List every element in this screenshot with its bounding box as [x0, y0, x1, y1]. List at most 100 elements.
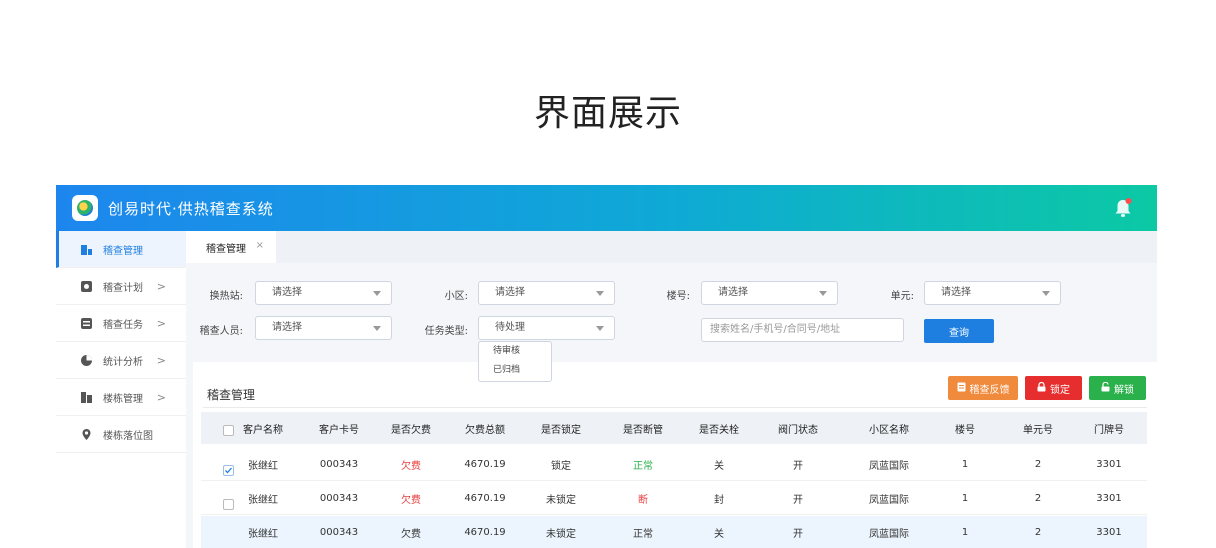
community-name: 凤蓝国际 [869, 494, 909, 506]
lock-label: 锁定 [1050, 384, 1070, 396]
search-input[interactable]: 搜索姓名/手机号/合同号/地址 [701, 318, 904, 342]
pipe-status: 正常 [633, 460, 653, 472]
table-row[interactable]: 张继红 000343 欠费 4670.19 锁定 正常 关 开 凤蓝国际 1 2… [201, 448, 1147, 481]
divider [203, 407, 1147, 408]
dropdown-option[interactable]: 待审核 [479, 342, 551, 361]
sidebar-item-label: 稽查计划 [103, 282, 143, 294]
column-header: 客户名称 [243, 424, 283, 436]
unit-label: 单元: [890, 291, 914, 302]
station-label: 换热站: [209, 291, 243, 302]
building-select[interactable]: 请选择 [701, 281, 838, 305]
chevron-down-icon [596, 326, 604, 331]
sidebar: 稽查管理 稽查计划 > 稽查任务 > 统计分析 > 楼栋管理 > 楼栋落位图 [56, 231, 186, 548]
building-select-value: 请选择 [718, 287, 748, 298]
plug-status: 封 [714, 494, 724, 506]
building-number: 1 [961, 526, 969, 538]
pipe-status: 正常 [633, 528, 653, 540]
arrears-amount: 4670.19 [464, 458, 506, 470]
lock-status: 未锁定 [546, 494, 576, 506]
result-panel: 稽查管理 稽查反馈 锁定 解锁 客户名称 客户卡号 是否欠费 欠费总额 是否锁定… [193, 362, 1157, 548]
plug-status: 关 [714, 460, 724, 472]
chevron-right-icon: > [156, 354, 166, 367]
customer-name: 张继红 [248, 460, 278, 472]
bell-icon[interactable] [1113, 197, 1133, 219]
column-header: 欠费总额 [465, 424, 505, 436]
building-number: 1 [961, 492, 969, 504]
sidebar-item-building-management[interactable]: 楼栋管理 > [56, 379, 186, 416]
task-type-dropdown: 待审核 已归档 [478, 341, 552, 382]
sidebar-item-label: 稽查任务 [103, 319, 143, 331]
column-header: 阀门状态 [778, 424, 818, 436]
close-icon[interactable]: × [256, 240, 264, 251]
chevron-down-icon [1042, 291, 1050, 296]
table-header: 客户名称 客户卡号 是否欠费 欠费总额 是否锁定 是否断管 是否关栓 阀门状态 … [201, 412, 1147, 444]
inspection-feedback-label: 稽查反馈 [969, 384, 1010, 396]
task-type-select[interactable]: 待处理 [478, 316, 615, 340]
query-button[interactable]: 查询 [924, 319, 994, 343]
community-name: 凤蓝国际 [869, 528, 909, 540]
tab-bar: 稽查管理 × [186, 231, 1157, 263]
chevron-right-icon: > [156, 280, 166, 293]
tab-label: 稽查管理 [206, 243, 246, 255]
customer-card: 000343 [319, 458, 359, 470]
arrears-amount: 4670.19 [464, 492, 506, 504]
unlock-button[interactable]: 解锁 [1089, 376, 1146, 400]
app-window: 创易时代·供热稽查系统 稽查管理 稽查计划 > 稽查任务 > 统计分析 > 楼栋… [56, 185, 1157, 548]
station-select[interactable]: 请选择 [255, 281, 392, 305]
plan-icon [80, 280, 93, 293]
door-number: 3301 [1096, 458, 1122, 470]
community-label: 小区: [444, 291, 468, 302]
valve-status: 开 [793, 528, 803, 540]
unit-select-value: 请选择 [941, 287, 971, 298]
sidebar-item-label: 楼栋管理 [103, 393, 143, 405]
table-row-highlighted[interactable]: 张继红 000343 欠费 4670.19 未锁定 正常 关 开 凤蓝国际 1 … [201, 516, 1147, 548]
chevron-right-icon: > [156, 317, 166, 330]
table-row[interactable]: 张继红 000343 欠费 4670.19 未锁定 断 封 开 凤蓝国际 1 2… [201, 482, 1147, 515]
sidebar-item-inspection-plan[interactable]: 稽查计划 > [56, 268, 186, 305]
column-header: 客户卡号 [319, 424, 359, 436]
pipe-status: 断 [638, 494, 648, 506]
column-header: 是否欠费 [391, 424, 431, 436]
unit-number: 2 [1034, 458, 1042, 470]
inspection-feedback-button[interactable]: 稽查反馈 [948, 376, 1018, 400]
column-header: 是否关栓 [699, 424, 739, 436]
pie-chart-icon [80, 354, 93, 367]
unit-number: 2 [1034, 526, 1042, 538]
customer-card: 000343 [319, 526, 359, 538]
document-icon [957, 382, 966, 395]
column-header: 门牌号 [1094, 424, 1124, 436]
chevron-right-icon: > [156, 391, 166, 404]
task-type-select-value: 待处理 [495, 322, 525, 333]
chevron-down-icon [373, 326, 381, 331]
plug-status: 关 [714, 528, 724, 540]
unit-select[interactable]: 请选择 [924, 281, 1061, 305]
sidebar-item-building-location-map[interactable]: 楼栋落位图 [56, 416, 186, 453]
sidebar-item-label: 稽查管理 [103, 245, 143, 257]
page-title: 界面展示 [533, 93, 682, 134]
panel-title: 稽查管理 [207, 388, 256, 402]
unlock-icon [1101, 381, 1110, 395]
sidebar-item-statistics[interactable]: 统计分析 > [56, 342, 186, 379]
building-icon [80, 243, 93, 256]
dropdown-option[interactable]: 已归档 [479, 361, 551, 380]
arrears-status: 欠费 [401, 460, 421, 472]
sidebar-item-inspection-task[interactable]: 稽查任务 > [56, 305, 186, 342]
unlock-label: 解锁 [1114, 384, 1134, 396]
valve-status: 开 [793, 460, 803, 472]
inspector-select[interactable]: 请选择 [255, 316, 392, 340]
app-title: 创易时代·供热稽查系统 [108, 200, 274, 218]
column-header: 单元号 [1023, 424, 1053, 436]
arrears-status: 欠费 [401, 528, 421, 540]
sidebar-item-inspection-management[interactable]: 稽查管理 [56, 231, 186, 268]
customer-card: 000343 [319, 492, 359, 504]
inspector-select-value: 请选择 [272, 322, 302, 333]
top-bar: 创易时代·供热稽查系统 [56, 185, 1157, 231]
valve-status: 开 [793, 494, 803, 506]
community-select[interactable]: 请选择 [478, 281, 615, 305]
station-select-value: 请选择 [272, 287, 302, 298]
location-icon [80, 428, 93, 441]
chevron-down-icon [373, 291, 381, 296]
lock-status: 未锁定 [546, 528, 576, 540]
tab-inspection-management[interactable]: 稽查管理 × [186, 231, 276, 263]
lock-button[interactable]: 锁定 [1025, 376, 1082, 400]
